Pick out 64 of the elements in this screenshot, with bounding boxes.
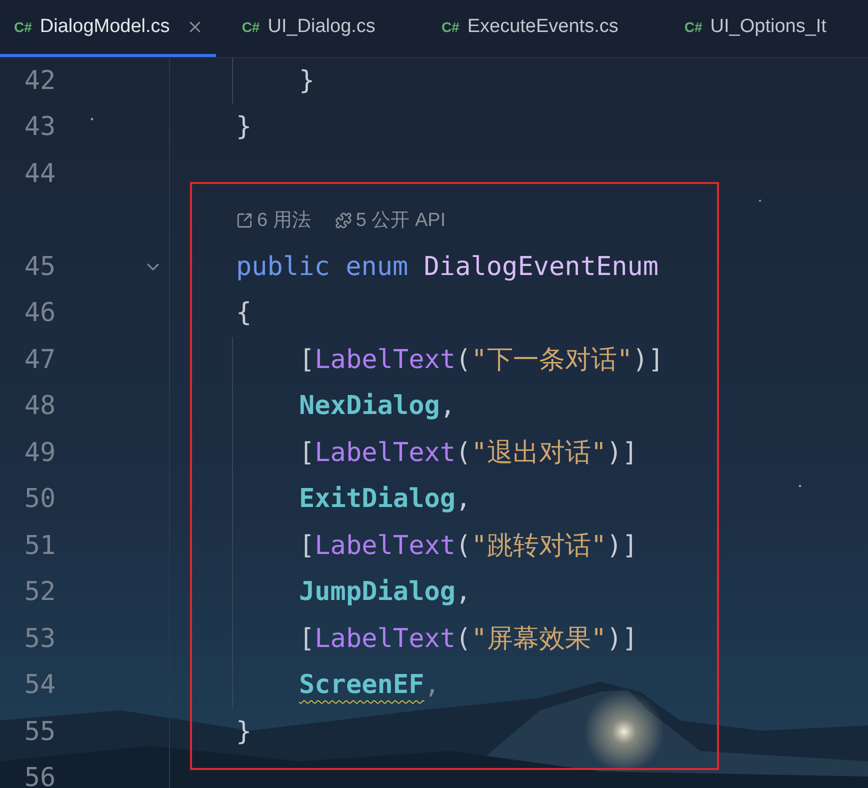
line-number: 45 xyxy=(23,250,56,284)
code-token: [ xyxy=(299,622,315,656)
tab-label: UI_Options_It xyxy=(710,14,826,39)
line-number: 53 xyxy=(23,622,56,656)
editor-tab[interactable]: C# UI_Dialog.cs xyxy=(216,0,416,57)
code-token: , xyxy=(440,390,456,424)
code-token: } xyxy=(299,64,315,98)
link-arrow-icon xyxy=(236,212,253,230)
code-hint[interactable]: 6 用法 xyxy=(257,206,311,235)
code-token: } xyxy=(236,716,252,749)
line-number: 44 xyxy=(23,158,56,191)
editor-tab[interactable]: C# UI_Options_It xyxy=(658,0,866,57)
puzzle-icon xyxy=(334,212,352,230)
line-number: 56 xyxy=(23,762,56,788)
code-token: , xyxy=(456,483,472,516)
code-token: ( xyxy=(456,530,472,563)
code-token: [ xyxy=(299,344,315,377)
code-token: )] xyxy=(606,436,638,470)
code-token: { xyxy=(236,297,252,330)
csharp-icon: C# xyxy=(441,16,460,38)
code-token: ( xyxy=(456,436,472,470)
code-token: )] xyxy=(606,530,638,563)
code-hint[interactable]: 5 公开 API xyxy=(356,206,446,235)
code-token: , xyxy=(424,669,440,702)
code-token: DialogEventEnum xyxy=(424,250,659,284)
code-token: LabelText xyxy=(314,622,456,656)
code-token: "屏幕效果" xyxy=(471,622,607,656)
code-token: public enum xyxy=(236,250,408,284)
tab-label: UI_Dialog.cs xyxy=(268,14,376,39)
code-token: [ xyxy=(299,436,315,470)
code-token: LabelText xyxy=(314,530,456,563)
line-number: 47 xyxy=(23,344,56,377)
code-token: LabelText xyxy=(314,344,456,377)
code-token: LabelText xyxy=(314,436,456,470)
line-number: 50 xyxy=(23,483,56,516)
line-number: 55 xyxy=(23,716,56,749)
code-token: "跳转对话" xyxy=(471,530,607,563)
line-number: 48 xyxy=(23,390,56,424)
line-number: 49 xyxy=(23,436,56,470)
code-token: NexDialog xyxy=(299,390,440,424)
code-token: "退出对话" xyxy=(471,436,607,470)
code-token: )] xyxy=(632,344,664,377)
line-number: 52 xyxy=(23,576,56,610)
editor-tab[interactable]: C# ExecuteEvents.cs xyxy=(415,0,658,57)
tab-label: ExecuteEvents.cs xyxy=(467,14,618,39)
code-token: [ xyxy=(299,530,315,563)
line-number: 46 xyxy=(23,297,56,330)
code-token: )] xyxy=(606,622,638,656)
code-token: , xyxy=(456,576,472,610)
csharp-icon: C# xyxy=(14,16,32,38)
line-number: 43 xyxy=(23,111,56,144)
code-token: JumpDialog xyxy=(299,576,456,610)
csharp-icon: C# xyxy=(242,16,260,38)
tab-label: DialogModel.cs xyxy=(40,14,170,39)
code-token: ( xyxy=(456,344,472,377)
line-number: 51 xyxy=(23,530,56,563)
code-token: ExitDialog xyxy=(299,483,456,516)
code-token: } xyxy=(236,111,252,144)
csharp-icon: C# xyxy=(684,16,702,38)
code-token: ScreenEF xyxy=(299,669,424,702)
line-number: 54 xyxy=(23,669,56,702)
code-token: "下一条对话" xyxy=(471,344,633,377)
line-number: 42 xyxy=(23,64,56,98)
code-token: ( xyxy=(456,622,472,656)
